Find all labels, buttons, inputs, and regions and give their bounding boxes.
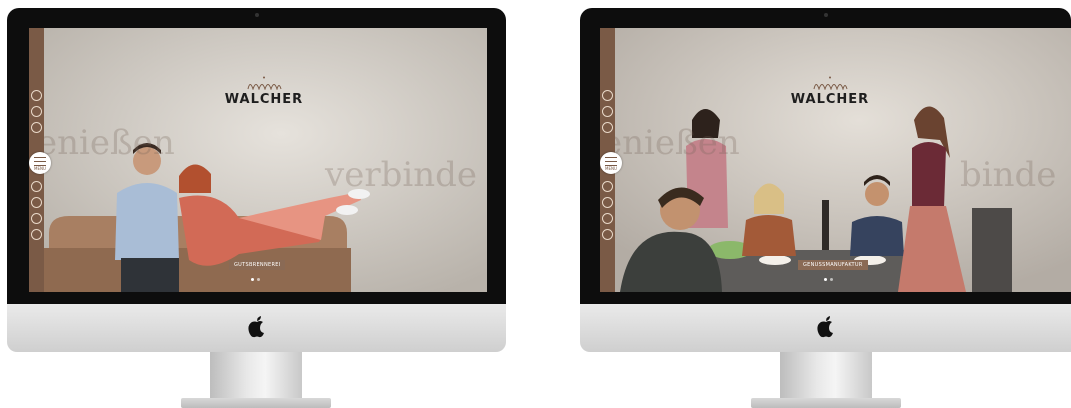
slider-dot[interactable] bbox=[251, 278, 254, 281]
walcher-crown-icon bbox=[813, 76, 848, 90]
menu-button[interactable]: MENU bbox=[29, 152, 51, 174]
website-screen: enießen verbinde MENU WALCHER GUTSBRENNE… bbox=[29, 28, 487, 292]
globe-icon[interactable] bbox=[602, 229, 613, 240]
cta-button-genussmanufaktur[interactable]: GENUSSMANUFAKTUR bbox=[798, 260, 868, 270]
menu-button[interactable]: MENU bbox=[600, 152, 622, 174]
search-icon[interactable] bbox=[602, 181, 613, 192]
brand-name: WALCHER bbox=[790, 92, 870, 107]
hamburger-icon bbox=[34, 157, 46, 166]
pin-icon[interactable] bbox=[602, 197, 613, 208]
monitor-chin bbox=[7, 304, 506, 352]
website-screen: enießen binde MENU WALCHER GENUSSMANUFAK… bbox=[600, 28, 1071, 292]
monitor-bezel: enießen binde MENU WALCHER GENUSSMANUFAK… bbox=[580, 8, 1071, 304]
apple-icon bbox=[816, 316, 833, 338]
brand-logo[interactable]: WALCHER bbox=[214, 76, 314, 107]
monitor-stand-base bbox=[751, 398, 901, 408]
cta-button-gutsbrennerei[interactable]: GUTSBRENNEREI bbox=[229, 260, 286, 270]
apple-icon bbox=[247, 316, 264, 338]
slider-dots bbox=[251, 278, 260, 281]
walcher-crown-icon bbox=[247, 76, 282, 90]
script-word-right: binde bbox=[960, 155, 1057, 195]
slider-dot[interactable] bbox=[824, 278, 827, 281]
camera-icon bbox=[823, 13, 828, 17]
phone-icon[interactable] bbox=[602, 106, 613, 117]
monitor-chin bbox=[580, 304, 1071, 352]
user-icon[interactable] bbox=[31, 90, 42, 101]
slider-dot[interactable] bbox=[830, 278, 833, 281]
linkedin-icon[interactable] bbox=[602, 213, 613, 224]
brand-name: WALCHER bbox=[224, 92, 304, 107]
camera-icon bbox=[254, 13, 259, 17]
monitor-stand bbox=[210, 352, 302, 400]
script-word-left: enießen bbox=[602, 123, 740, 163]
slider-dot[interactable] bbox=[257, 278, 260, 281]
menu-label: MENU bbox=[605, 166, 617, 171]
brand-logo[interactable]: WALCHER bbox=[780, 76, 880, 107]
globe-icon[interactable] bbox=[31, 229, 42, 240]
pin-icon[interactable] bbox=[31, 197, 42, 208]
menu-label: MENU bbox=[34, 166, 46, 171]
monitor-stand bbox=[780, 352, 872, 400]
script-word-left: enießen bbox=[37, 123, 175, 163]
monitor-stand-base bbox=[181, 398, 331, 408]
hamburger-icon bbox=[605, 157, 617, 166]
search-icon[interactable] bbox=[31, 181, 42, 192]
mail-icon[interactable] bbox=[602, 122, 613, 133]
monitor-bezel: enießen verbinde MENU WALCHER GUTSBRENNE… bbox=[7, 8, 506, 304]
slider-dots bbox=[824, 278, 833, 281]
phone-icon[interactable] bbox=[31, 106, 42, 117]
script-word-right: verbinde bbox=[325, 155, 478, 195]
linkedin-icon[interactable] bbox=[31, 213, 42, 224]
mail-icon[interactable] bbox=[31, 122, 42, 133]
user-icon[interactable] bbox=[602, 90, 613, 101]
